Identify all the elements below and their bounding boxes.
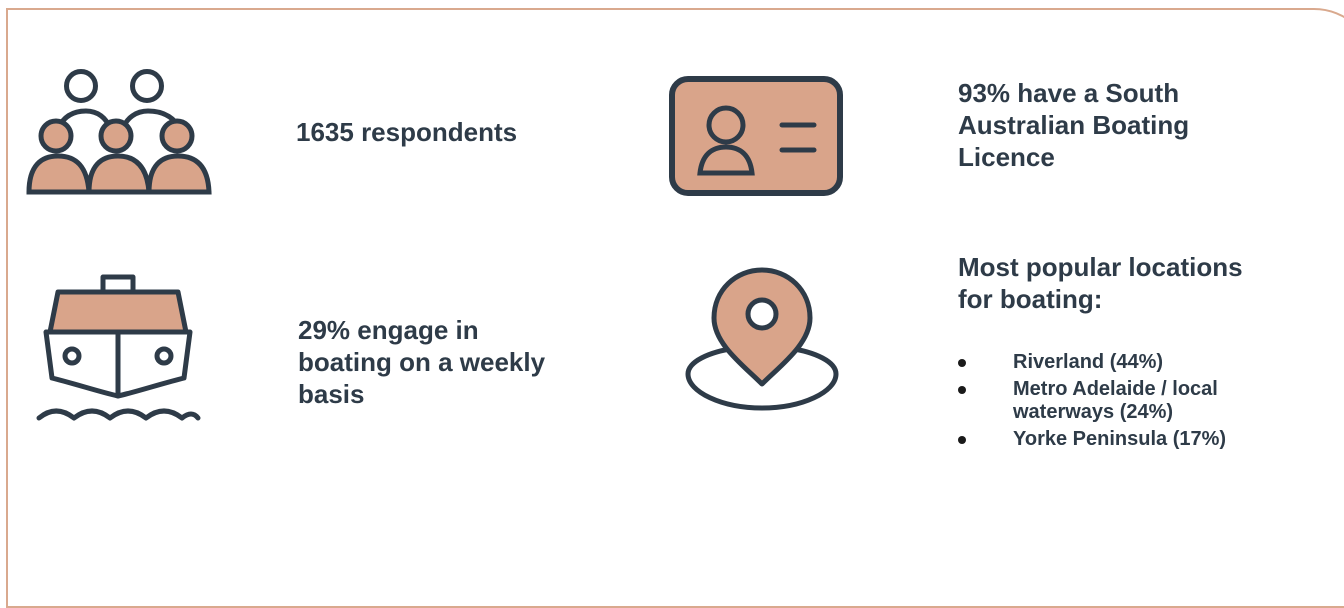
- bullet-icon: [958, 386, 966, 394]
- people-group-icon: [26, 69, 212, 195]
- weekly-stat: 29% engage in boating on a weekly basis: [298, 314, 545, 410]
- licence-stat: 93% have a South Australian Boating Lice…: [958, 77, 1189, 173]
- location-item-riverland: Riverland (44%): [958, 351, 1313, 374]
- weekly-line-2: boating on a weekly: [298, 347, 546, 377]
- location-item-label-continued: waterways (24%): [1013, 401, 1174, 423]
- location-item-label: Metro Adelaide / local: [1013, 378, 1218, 400]
- location-pin-icon: [685, 267, 839, 411]
- locations-list: Riverland (44%) Metro Adelaide / local w…: [958, 351, 1313, 455]
- locations-heading-line-1: Most popular locations: [958, 252, 1243, 282]
- location-item-label: Yorke Peninsula (17%): [1013, 428, 1227, 450]
- location-item-yorke-peninsula: Yorke Peninsula (17%): [958, 428, 1313, 451]
- respondents-stat: 1635 respondents: [296, 117, 518, 147]
- bullet-icon: [958, 359, 966, 367]
- locations-heading: Most popular locations for boating:: [958, 251, 1243, 315]
- licence-line-1: 93% have a South: [958, 78, 1180, 108]
- id-card-icon: [669, 76, 843, 196]
- location-item-label: Riverland (44%): [1013, 351, 1164, 373]
- boat-icon: [36, 274, 201, 421]
- licence-line-3: Licence: [958, 142, 1055, 172]
- bullet-icon: [958, 436, 966, 444]
- licence-line-2: Australian Boating: [958, 110, 1190, 140]
- location-item-metro-adelaide: Metro Adelaide / local waterways (24%): [958, 378, 1313, 424]
- weekly-line-3: basis: [298, 379, 365, 409]
- weekly-line-1: 29% engage in: [298, 315, 479, 345]
- locations-heading-line-2: for boating:: [958, 284, 1103, 314]
